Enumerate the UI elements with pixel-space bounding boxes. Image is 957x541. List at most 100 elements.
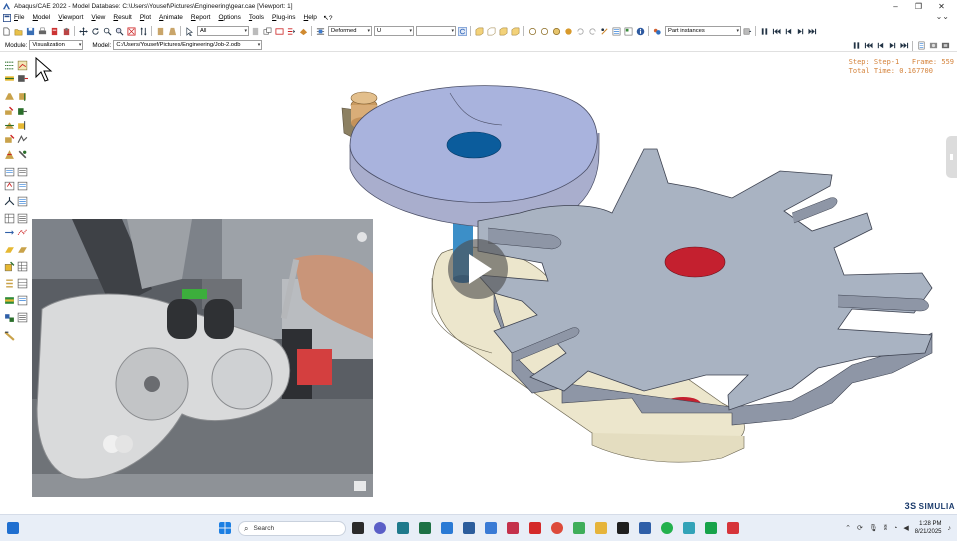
module-select[interactable]: Visualization ▾ xyxy=(29,40,84,50)
field-output-icon[interactable] xyxy=(4,180,15,191)
microphone-icon[interactable]: 🎙 xyxy=(869,524,878,532)
select-arrow-icon[interactable] xyxy=(184,26,195,37)
windows-start-icon[interactable] xyxy=(219,522,231,534)
select-toggle-icon[interactable] xyxy=(286,26,297,37)
drag-shape-icon[interactable] xyxy=(274,26,285,37)
step-forward-icon[interactable] xyxy=(887,40,898,51)
video-overlay[interactable] xyxy=(32,219,373,497)
collapse-ribbon-icon[interactable]: ⌄⌄ xyxy=(936,12,949,21)
hidden-lines-icon[interactable] xyxy=(539,26,550,37)
graph-icon[interactable] xyxy=(4,261,15,272)
free-body-icon[interactable] xyxy=(4,134,15,145)
pan-icon[interactable] xyxy=(78,26,89,37)
menu-help[interactable]: Help xyxy=(304,14,317,21)
menu-report[interactable]: Report xyxy=(191,14,211,21)
widgets-icon[interactable] xyxy=(7,522,19,534)
overlay-plot-icon[interactable] xyxy=(4,166,15,177)
field-component-select[interactable]: ▾ xyxy=(416,26,456,36)
rewind-icon[interactable] xyxy=(863,40,874,51)
probe-icon[interactable] xyxy=(17,91,28,102)
query-tool-icon[interactable] xyxy=(4,106,15,117)
create-path-icon[interactable] xyxy=(4,196,15,207)
datum-icon[interactable] xyxy=(17,312,28,323)
zoom-in-out-icon[interactable] xyxy=(138,26,149,37)
selection-filter-select[interactable]: All ▾ xyxy=(197,26,249,36)
network-sync-icon[interactable]: ⟳ xyxy=(857,524,863,532)
menu-options[interactable]: Options xyxy=(218,14,240,21)
save-animation-icon[interactable] xyxy=(928,40,939,51)
last-frame-icon[interactable] xyxy=(807,26,818,37)
powerpoint-icon[interactable] xyxy=(507,522,519,534)
color-options-icon[interactable] xyxy=(742,26,753,37)
field-output-select[interactable]: U ▾ xyxy=(374,26,414,36)
cut-view-icon[interactable] xyxy=(4,120,15,131)
app-green-icon[interactable] xyxy=(573,522,585,534)
save-icon[interactable] xyxy=(25,26,36,37)
perspective-icon[interactable] xyxy=(167,26,178,37)
pause-icon[interactable] xyxy=(851,40,862,51)
open-folder-icon[interactable] xyxy=(13,26,24,37)
extrude-icon[interactable] xyxy=(17,244,28,255)
wifi-icon[interactable]: ◔ xyxy=(893,525,897,532)
new-file-icon[interactable] xyxy=(1,26,12,37)
zoom-box-icon[interactable] xyxy=(114,26,125,37)
show-hidden-icons-icon[interactable]: ⌃ xyxy=(845,524,851,532)
material-orientation-icon[interactable] xyxy=(4,149,15,160)
create-field-output-icon[interactable] xyxy=(4,60,15,71)
view-side-icon[interactable] xyxy=(510,26,521,37)
language-icon[interactable]: ʬ xyxy=(884,525,887,532)
magnify-icon[interactable] xyxy=(102,26,113,37)
vscode-icon[interactable] xyxy=(441,522,453,534)
next-frame-icon[interactable] xyxy=(795,26,806,37)
maximize-button[interactable]: ❐ xyxy=(907,2,930,11)
window-menu-icon[interactable] xyxy=(3,13,11,22)
print-icon[interactable] xyxy=(37,26,48,37)
edit-app-icon[interactable] xyxy=(463,522,475,534)
menu-model[interactable]: Model xyxy=(33,14,51,21)
redo-view-icon[interactable] xyxy=(587,26,598,37)
task-view-icon[interactable] xyxy=(352,522,364,534)
deformed-shape-icon[interactable] xyxy=(315,26,326,37)
view-front-icon[interactable] xyxy=(474,26,485,37)
shaded-icon[interactable] xyxy=(563,26,574,37)
photos-icon[interactable] xyxy=(485,522,497,534)
rotate-icon[interactable] xyxy=(90,26,101,37)
render-style-icon[interactable] xyxy=(298,26,309,37)
wireframe-icon[interactable] xyxy=(527,26,538,37)
arrow-path-icon[interactable] xyxy=(4,227,15,238)
ruler-icon[interactable] xyxy=(4,330,15,341)
view-back-icon[interactable] xyxy=(486,26,497,37)
menu-tools[interactable]: Tools xyxy=(249,14,264,21)
create-xy-data-icon[interactable] xyxy=(4,213,15,224)
menu-plugins[interactable]: Plug-ins xyxy=(272,14,296,21)
clip-icon[interactable] xyxy=(49,26,60,37)
sweep-icon[interactable] xyxy=(4,244,15,255)
select-by-angle-icon[interactable] xyxy=(262,26,273,37)
plot-contours-icon[interactable] xyxy=(4,73,15,84)
stream-icon[interactable] xyxy=(17,134,28,145)
view-cycle-icon[interactable] xyxy=(599,26,610,37)
view-iso-icon[interactable] xyxy=(155,26,166,37)
side-panel-tab[interactable] xyxy=(946,136,957,178)
close-button[interactable]: ✕ xyxy=(930,2,953,11)
menu-plot[interactable]: Plot xyxy=(140,14,151,21)
table-icon[interactable] xyxy=(17,261,28,272)
step-back-icon[interactable] xyxy=(875,40,886,51)
animate-icon[interactable] xyxy=(4,91,15,102)
select-from-list-icon[interactable] xyxy=(250,26,261,37)
color-mapping-select[interactable]: Part instances ▾ xyxy=(665,26,741,36)
first-frame-icon[interactable] xyxy=(771,26,782,37)
info-icon[interactable] xyxy=(635,26,646,37)
taskbar-search[interactable]: ⌕ Search xyxy=(238,521,346,536)
menu-view[interactable]: View xyxy=(91,14,105,21)
connector-icon[interactable] xyxy=(4,312,15,323)
notification-bell-icon[interactable]: ♪ xyxy=(948,525,952,532)
file-explorer-icon[interactable] xyxy=(595,522,607,534)
xy-data-manager-icon[interactable] xyxy=(17,213,28,224)
context-help-icon[interactable]: ↖? xyxy=(323,14,333,22)
xy-plot-icon[interactable] xyxy=(17,180,28,191)
common-options-icon[interactable] xyxy=(17,166,28,177)
app-green2-icon[interactable] xyxy=(705,522,717,534)
deformed-select[interactable]: Deformed ▾ xyxy=(328,26,372,36)
model-select[interactable]: C:/Users/Yousef/Pictures/Engineering/Job… xyxy=(113,40,263,50)
